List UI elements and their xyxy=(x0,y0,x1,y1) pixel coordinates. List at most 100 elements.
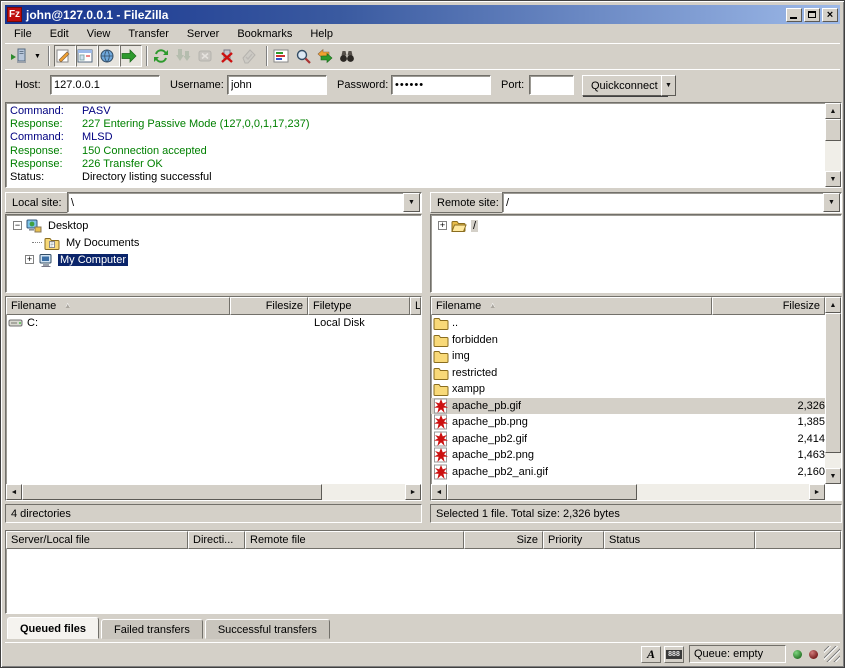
password-input[interactable] xyxy=(391,75,491,95)
scroll-right-icon: ► xyxy=(814,489,821,496)
remote-file-row[interactable]: apache_pb2.png1,463 xyxy=(431,447,825,464)
remote-site-label: Remote site: xyxy=(430,192,506,213)
remote-file-row-selected[interactable]: apache_pb.gif2,326 xyxy=(431,398,825,415)
titlebar[interactable]: Fz john@127.0.0.1 - FileZilla × xyxy=(5,5,840,24)
maximize-button[interactable] xyxy=(804,8,820,22)
menu-edit[interactable]: Edit xyxy=(41,27,78,41)
local-site-row: Local site: ▼ xyxy=(5,192,422,213)
cancel-operation-button[interactable] xyxy=(196,45,218,67)
local-site-combo-input[interactable] xyxy=(67,192,422,213)
remote-file-row[interactable]: apache_pb2_ani.gif2,160 xyxy=(431,464,825,481)
remote-file-row[interactable]: apache_pb2.gif2,414 xyxy=(431,431,825,448)
tab-failed-transfers[interactable]: Failed transfers xyxy=(101,619,203,639)
tree-item-desktop[interactable]: − Desktop xyxy=(6,217,421,234)
site-manager-dropdown[interactable]: ▼ xyxy=(31,45,44,67)
remote-file-row[interactable]: xampp xyxy=(431,381,825,398)
remote-file-row[interactable]: forbidden xyxy=(431,332,825,349)
column-header-server-local-file[interactable]: Server/Local file xyxy=(6,531,188,549)
tree-item-root[interactable]: + / xyxy=(431,217,841,234)
scroll-left-button[interactable]: ◄ xyxy=(431,484,447,500)
find-files-button[interactable] xyxy=(338,45,360,67)
remote-site-combo-input[interactable] xyxy=(502,192,842,213)
tree-collapse-icon[interactable]: − xyxy=(13,221,22,230)
host-input[interactable] xyxy=(50,75,160,95)
scroll-up-button[interactable]: ▲ xyxy=(825,297,841,313)
reconnect-button[interactable] xyxy=(240,45,262,67)
file-name: apache_pb2.gif xyxy=(452,433,527,445)
tab-queued-files[interactable]: Queued files xyxy=(7,617,99,639)
tree-item-my-computer[interactable]: + My Computer xyxy=(6,251,421,268)
scroll-down-button[interactable]: ▼ xyxy=(825,468,841,484)
process-queue-button[interactable] xyxy=(174,45,196,67)
column-header-filename[interactable]: Filename▲ xyxy=(6,297,230,315)
column-header-filesize[interactable]: Filesize xyxy=(230,297,308,315)
remote-site-combo-dropdown[interactable]: ▼ xyxy=(823,193,840,212)
synchronized-browsing-button[interactable] xyxy=(316,45,338,67)
scroll-up-button[interactable]: ▲ xyxy=(825,103,841,119)
local-site-label-text: Local site: xyxy=(12,197,62,209)
local-site-combo-dropdown[interactable]: ▼ xyxy=(403,193,420,212)
tree-item-my-documents[interactable]: My Documents xyxy=(6,234,421,251)
remote-horizontal-scrollbar[interactable]: ◄ ► xyxy=(431,484,825,500)
toggle-remote-tree-button[interactable] xyxy=(98,45,120,67)
close-button[interactable]: × xyxy=(822,8,838,22)
toggle-transfer-queue-button[interactable] xyxy=(120,45,142,67)
column-label: Filesize xyxy=(266,300,303,312)
remote-file-row[interactable]: img xyxy=(431,348,825,365)
menu-help[interactable]: Help xyxy=(301,27,342,41)
column-header-direction[interactable]: Directi... xyxy=(188,531,245,549)
port-input[interactable] xyxy=(529,75,574,95)
quickconnect-dropdown[interactable]: ▼ xyxy=(661,75,676,96)
scroll-down-button[interactable]: ▼ xyxy=(825,171,841,187)
folder-icon xyxy=(433,315,449,331)
scrollbar-thumb[interactable] xyxy=(447,484,637,500)
column-header-size[interactable]: Size xyxy=(464,531,543,549)
remote-file-row[interactable]: .. xyxy=(431,315,825,332)
minimize-button[interactable] xyxy=(786,8,802,22)
remote-file-row[interactable]: restricted xyxy=(431,365,825,382)
username-input[interactable] xyxy=(227,75,327,95)
transfer-type-indicator[interactable]: A xyxy=(641,646,661,663)
local-horizontal-scrollbar[interactable]: ◄ ► xyxy=(6,484,421,500)
image-file-icon xyxy=(433,414,449,430)
disconnect-button[interactable] xyxy=(218,45,240,67)
column-header-filesize[interactable]: Filesize xyxy=(712,297,825,315)
menu-server[interactable]: Server xyxy=(178,27,228,41)
speed-limits-indicator[interactable]: 888 xyxy=(664,646,684,663)
tree-item-label: Desktop xyxy=(46,220,90,232)
menu-transfer[interactable]: Transfer xyxy=(119,27,178,41)
scrollbar-thumb[interactable] xyxy=(825,119,841,141)
scrollbar-thumb[interactable] xyxy=(22,484,322,500)
column-header-last-modified[interactable]: L xyxy=(410,297,421,315)
column-header-status[interactable]: Status xyxy=(604,531,755,549)
quickconnect-button[interactable]: Quickconnect xyxy=(582,75,667,96)
tree-expand-icon[interactable]: + xyxy=(438,221,447,230)
remote-vertical-scrollbar[interactable]: ▲ ▼ xyxy=(825,297,841,484)
queue-status-text: Queue: empty xyxy=(694,648,763,660)
tab-successful-transfers[interactable]: Successful transfers xyxy=(205,619,330,639)
menu-bookmarks[interactable]: Bookmarks xyxy=(228,27,301,41)
menu-view[interactable]: View xyxy=(78,27,120,41)
scrollbar-thumb[interactable] xyxy=(825,313,841,453)
scroll-left-button[interactable]: ◄ xyxy=(6,484,22,500)
log-scrollbar[interactable]: ▲ ▼ xyxy=(825,103,841,187)
filter-button[interactable] xyxy=(272,45,294,67)
scroll-right-button[interactable]: ► xyxy=(809,484,825,500)
toggle-local-tree-button[interactable] xyxy=(76,45,98,67)
toggle-message-log-button[interactable] xyxy=(54,45,76,67)
column-header-remote-file[interactable]: Remote file xyxy=(245,531,464,549)
local-file-row[interactable]: C: Local Disk xyxy=(6,315,421,332)
quickconnect-bar: Host: Username: Password: Port: Quickcon… xyxy=(5,69,840,100)
remote-file-row[interactable]: apache_pb.png1,385 xyxy=(431,414,825,431)
column-header-filename[interactable]: Filename▲ xyxy=(431,297,712,315)
refresh-button[interactable] xyxy=(152,45,174,67)
resize-grip[interactable] xyxy=(824,646,840,662)
log-text: 226 Transfer OK xyxy=(82,158,163,171)
menu-file[interactable]: File xyxy=(5,27,41,41)
directory-comparison-button[interactable] xyxy=(294,45,316,67)
column-header-priority[interactable]: Priority xyxy=(543,531,604,549)
scroll-right-button[interactable]: ► xyxy=(405,484,421,500)
site-manager-button[interactable] xyxy=(9,45,31,67)
tree-expand-icon[interactable]: + xyxy=(25,255,34,264)
column-header-filetype[interactable]: Filetype xyxy=(308,297,410,315)
